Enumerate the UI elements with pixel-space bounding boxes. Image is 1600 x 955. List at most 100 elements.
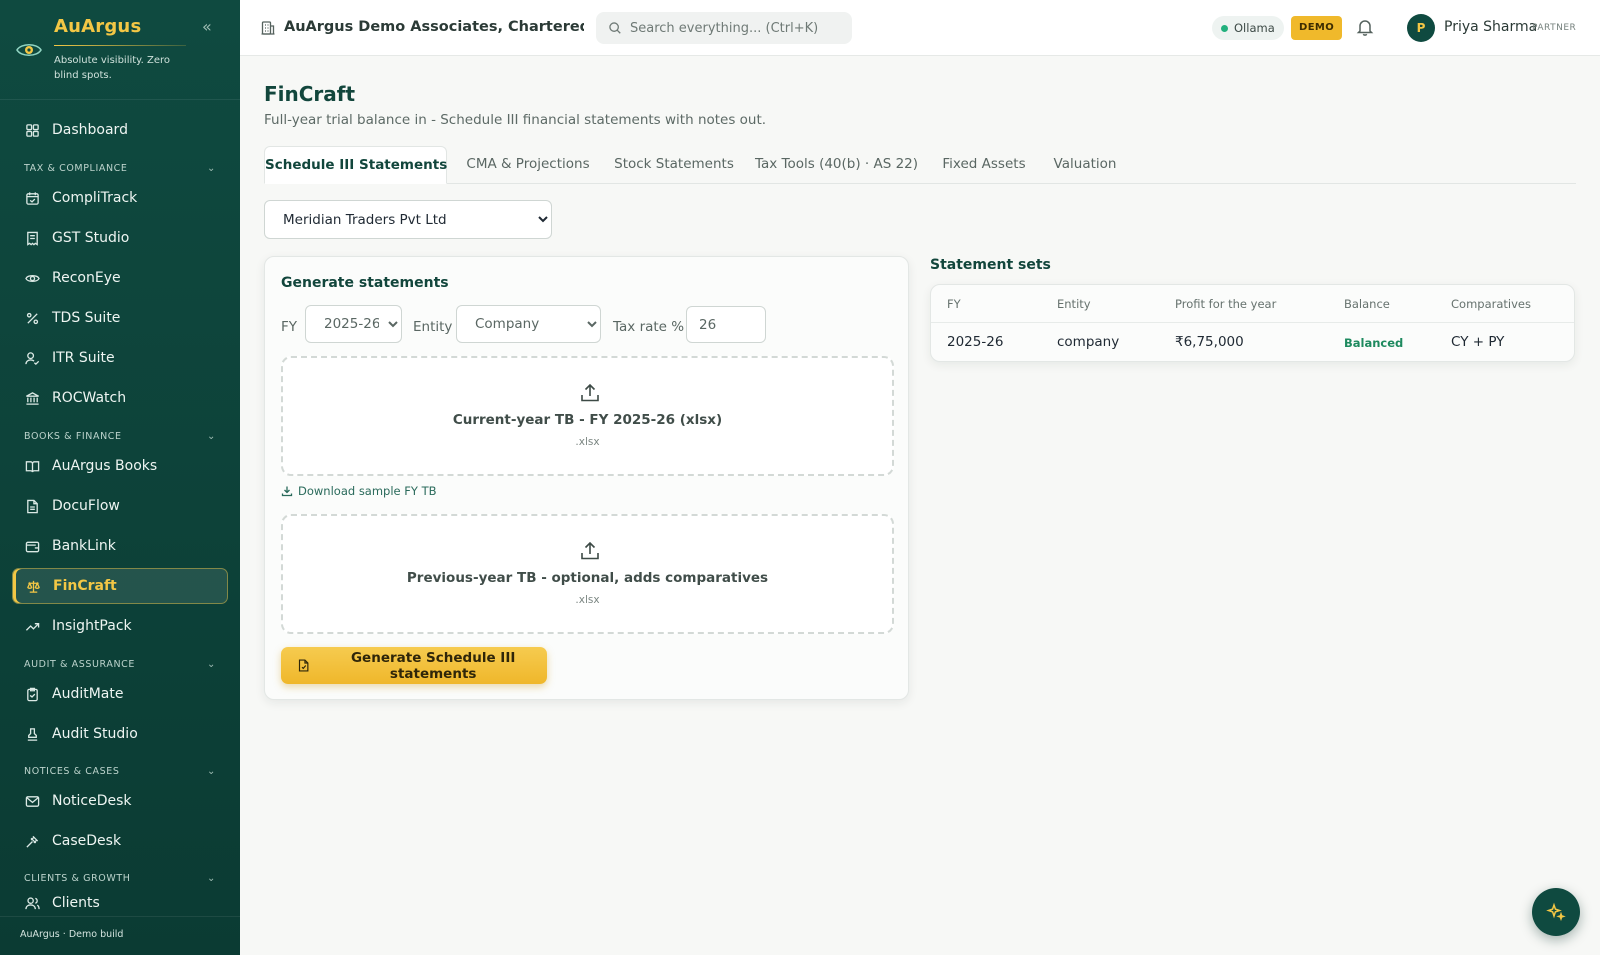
dropzone-label: Previous-year TB - optional, adds compar…: [406, 570, 769, 586]
bell-icon[interactable]: [1355, 17, 1375, 37]
sidebar-item-label: CaseDesk: [52, 833, 122, 849]
sidebar-item-docuflow[interactable]: DocuFlow: [12, 488, 228, 524]
download-icon: [281, 486, 293, 497]
percent-icon: [24, 310, 40, 326]
sidebar-item-label: FinCraft: [53, 578, 117, 594]
users-icon: [24, 895, 40, 911]
section-audit-assurance[interactable]: AUDIT & ASSURANCE ⌄: [24, 657, 216, 671]
upload-icon: [581, 383, 599, 402]
fy-select[interactable]: 2025-26: [305, 305, 402, 343]
section-notices-cases[interactable]: NOTICES & CASES ⌄: [24, 764, 216, 778]
sidebar-item-dashboard[interactable]: Dashboard: [12, 112, 228, 148]
sidebar-item-label: AuArgus Books: [52, 458, 158, 474]
column-header-balance: Balance: [1344, 297, 1390, 311]
sidebar-item-banklink[interactable]: BankLink: [12, 528, 228, 564]
section-tax-compliance[interactable]: TAX & COMPLIANCE ⌄: [24, 161, 216, 175]
ollama-label: Ollama: [1234, 21, 1275, 35]
ollama-status[interactable]: Ollama: [1212, 16, 1284, 40]
chevron-down-icon: ⌄: [207, 430, 216, 442]
avatar[interactable]: P: [1407, 14, 1435, 42]
sidebar-item-gst-studio[interactable]: GST Studio: [12, 220, 228, 256]
sidebar-item-label: InsightPack: [52, 618, 132, 634]
book-open-icon: [24, 458, 40, 474]
sidebar-item-auargus-books[interactable]: AuArgus Books: [12, 448, 228, 484]
user-role: PARTNER: [1532, 23, 1577, 33]
clipboard-check-icon: [24, 686, 40, 702]
header-divider: [931, 322, 1574, 323]
sidebar-item-auditmate[interactable]: AuditMate: [12, 676, 228, 712]
building-icon: [261, 21, 275, 35]
file-spark-icon: [298, 659, 309, 672]
fy-label: FY: [281, 319, 298, 335]
search-box[interactable]: [596, 12, 852, 44]
tab-bar: Schedule III Statements CMA & Projection…: [264, 146, 1576, 184]
sidebar-item-insightpack[interactable]: InsightPack: [12, 608, 228, 644]
previous-year-tb-dropzone[interactable]: Previous-year TB - optional, adds compar…: [281, 514, 894, 634]
section-label: NOTICES & CASES: [24, 765, 120, 777]
tax-rate-input[interactable]: [686, 306, 766, 343]
download-sample-label: Download sample FY TB: [298, 484, 437, 498]
entity-label: Entity: [413, 319, 453, 335]
sidebar-item-audit-studio[interactable]: Audit Studio: [12, 716, 228, 752]
brand-underline: [54, 45, 186, 46]
download-sample-link[interactable]: Download sample FY TB: [281, 484, 437, 498]
tab-tax-tools[interactable]: Tax Tools (40(b) · AS 22): [753, 146, 920, 184]
dropzone-ext: .xlsx: [575, 436, 600, 448]
tab-fixed-assets[interactable]: Fixed Assets: [936, 146, 1032, 184]
demo-badge: DEMO: [1291, 16, 1343, 40]
tab-cma-projections[interactable]: CMA & Projections: [462, 146, 594, 184]
client-select[interactable]: Meridian Traders Pvt Ltd: [264, 200, 552, 239]
sidebar-item-label: ROCWatch: [52, 390, 127, 406]
sidebar-item-complitrack[interactable]: CompliTrack: [12, 180, 228, 216]
status-dot: [1221, 24, 1228, 32]
cell-profit: ₹6,75,000: [1175, 334, 1244, 350]
sidebar-item-reconeye[interactable]: ReconEye: [12, 260, 228, 296]
cell-fy: 2025-26: [947, 334, 1004, 350]
sidebar-item-fincraft[interactable]: FinCraft: [12, 568, 228, 604]
entity-select[interactable]: Company: [456, 305, 601, 343]
org-name[interactable]: AuArgus Demo Associates, Chartered Accou…: [284, 19, 584, 35]
sidebar: AuArgus Absolute visibility. Zero blind …: [0, 0, 240, 955]
tax-rate-label: Tax rate %: [613, 319, 685, 335]
section-books-finance[interactable]: BOOKS & FINANCE ⌄: [24, 429, 216, 443]
generate-statements-button[interactable]: Generate Schedule III statements: [281, 647, 547, 684]
chevron-down-icon: ⌄: [207, 162, 216, 174]
cell-comparatives: CY + PY: [1451, 334, 1505, 350]
current-year-tb-dropzone[interactable]: Current-year TB - FY 2025-26 (xlsx) .xls…: [281, 356, 894, 476]
page-subtitle: Full-year trial balance in - Schedule II…: [264, 112, 767, 128]
tab-valuation[interactable]: Valuation: [1049, 146, 1121, 184]
eye-icon: [24, 270, 40, 286]
mail-icon: [24, 793, 40, 809]
tab-stock-statements[interactable]: Stock Statements: [612, 146, 736, 184]
sidebar-item-label: ReconEye: [52, 270, 121, 286]
sidebar-item-rocwatch[interactable]: ROCWatch: [12, 380, 228, 416]
generate-button-label: Generate Schedule III statements: [350, 649, 516, 682]
cell-balance-status: Balanced: [1344, 336, 1404, 350]
brand-tagline: Absolute visibility. Zero blind spots.: [54, 55, 171, 81]
sidebar-item-label: TDS Suite: [52, 310, 121, 326]
sidebar-item-itr-suite[interactable]: ITR Suite: [12, 340, 228, 376]
upload-icon: [581, 541, 599, 560]
column-header-profit: Profit for the year: [1175, 297, 1277, 311]
sidebar-item-label: Dashboard: [52, 122, 128, 138]
search-input[interactable]: [630, 20, 830, 36]
calendar-check-icon: [24, 190, 40, 206]
user-check-icon: [24, 350, 40, 366]
sidebar-item-label: ITR Suite: [52, 350, 115, 366]
column-header-entity: Entity: [1057, 297, 1091, 311]
section-clients-growth[interactable]: CLIENTS & GROWTH ⌄: [24, 871, 216, 885]
trending-up-icon: [24, 618, 40, 634]
section-label: TAX & COMPLIANCE: [24, 162, 128, 174]
sidebar-item-clients[interactable]: Clients: [12, 888, 228, 918]
sidebar-item-tds-suite[interactable]: TDS Suite: [12, 300, 228, 336]
sidebar-item-noticedesk[interactable]: NoticeDesk: [12, 783, 228, 819]
sidebar-item-label: GST Studio: [52, 230, 130, 246]
brand-name: AuArgus: [54, 16, 142, 37]
collapse-sidebar-icon[interactable]: «: [202, 19, 218, 36]
ai-assistant-button[interactable]: [1532, 888, 1580, 936]
sidebar-item-casedesk[interactable]: CaseDesk: [12, 823, 228, 859]
chevron-down-icon: ⌄: [207, 658, 216, 670]
card-title: Generate statements: [281, 275, 449, 291]
user-name[interactable]: Priya Sharma: [1444, 19, 1537, 35]
tab-schedule-iii-statements[interactable]: Schedule III Statements: [264, 146, 447, 184]
